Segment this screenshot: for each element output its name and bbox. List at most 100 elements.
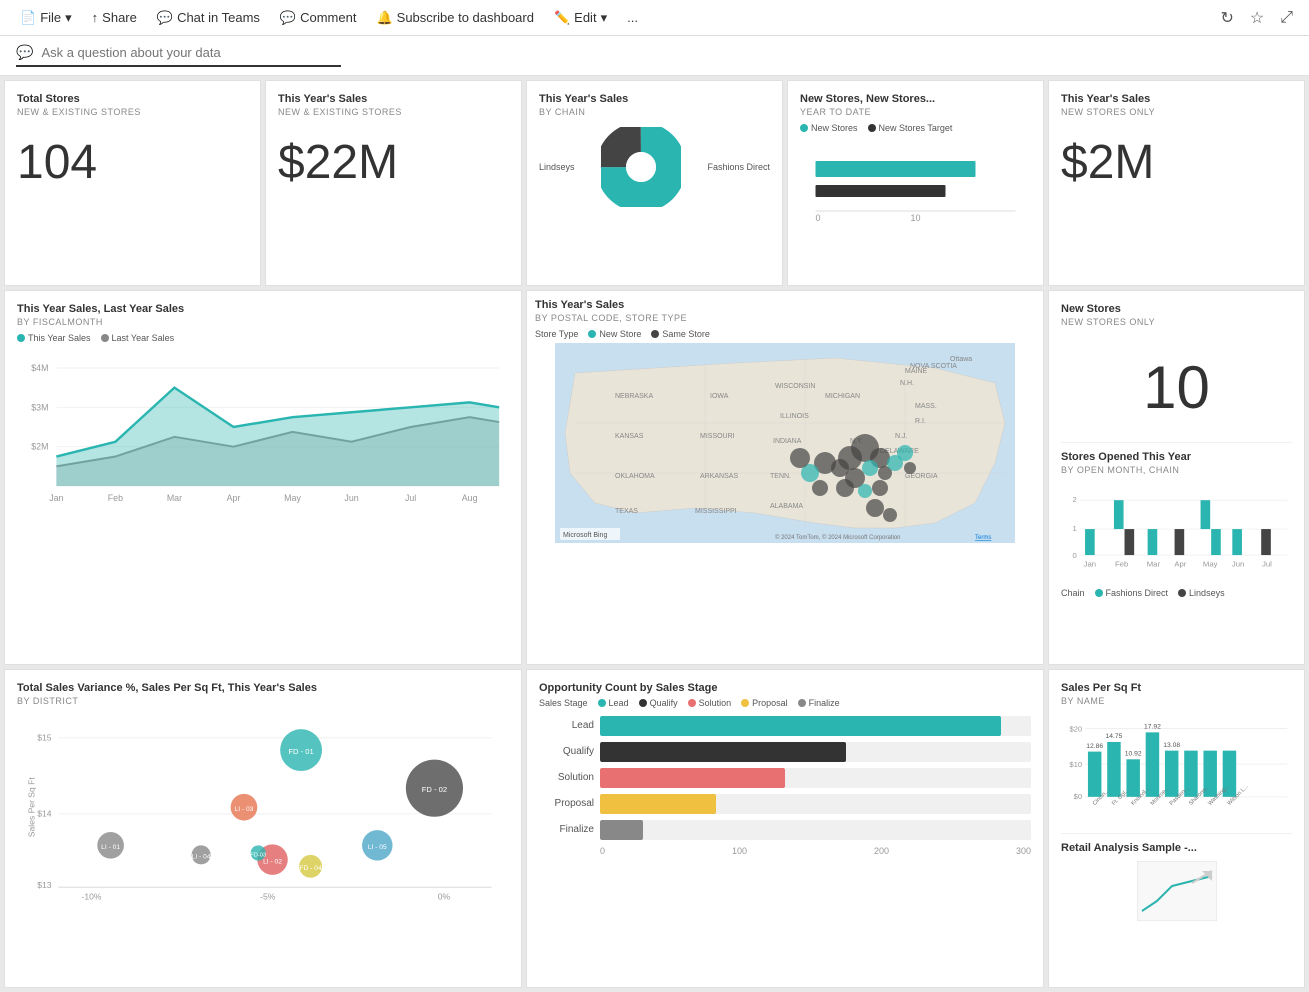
opportunity-bars: Lead Qualify Solution Proposal (539, 716, 1031, 840)
lead-label: Lead (539, 720, 594, 731)
svg-text:14.75: 14.75 (1106, 733, 1123, 740)
topbar: 📄 File ▾ ↑ Share 💬 Chat in Teams 💬 Comme… (0, 0, 1309, 36)
svg-text:-10%: -10% (82, 891, 102, 901)
proposal-bar-row: Proposal (539, 794, 1031, 814)
sales-stage-label: Sales Stage (539, 698, 588, 708)
retail-title: Retail Analysis Sample -... (1061, 842, 1292, 854)
proposal-track (600, 794, 1031, 814)
svg-text:Microsoft Bing: Microsoft Bing (563, 532, 607, 539)
sales-per-sqft-card[interactable]: Sales Per Sq Ft BY NAME $20 $10 $0 12.86… (1048, 669, 1305, 988)
file-menu[interactable]: 📄 File ▾ (12, 6, 80, 30)
chat-teams-button[interactable]: 💬 Chat in Teams (149, 6, 268, 30)
lead-legend: Lead (598, 698, 629, 708)
bubble-chart-svg: $15 $14 $13 Sales Per Sq Ft -10% -5% 0% … (17, 712, 509, 912)
svg-text:Jan: Jan (1084, 560, 1096, 569)
total-stores-subtitle: NEW & EXISTING STORES (17, 107, 248, 117)
svg-text:$20: $20 (1069, 724, 1082, 733)
svg-text:NEBRASKA: NEBRASKA (615, 393, 653, 400)
this-year-legend: This Year Sales (17, 333, 91, 343)
stores-opened-chart: 2 1 0 (1061, 481, 1292, 581)
lead-track (600, 716, 1031, 736)
edit-icon: ✏️ (554, 10, 570, 26)
total-stores-card[interactable]: Total Stores NEW & EXISTING STORES 104 (4, 80, 261, 286)
svg-text:ALABAMA: ALABAMA (770, 503, 803, 510)
new-stores-panel-title: New Stores (1061, 303, 1292, 315)
svg-text:ILLINOIS: ILLINOIS (780, 413, 809, 420)
finalize-legend: Finalize (798, 698, 840, 708)
fullscreen-icon[interactable]: ⤢ (1276, 5, 1297, 31)
svg-text:Sales Per Sq Ft: Sales Per Sq Ft (26, 776, 36, 837)
lead-bar-row: Lead (539, 716, 1031, 736)
this-year-sales-card[interactable]: This Year's Sales NEW & EXISTING STORES … (265, 80, 522, 286)
sales-by-chain-title: This Year's Sales (539, 93, 770, 105)
new-stores-ytd-card[interactable]: New Stores, New Stores... YEAR TO DATE N… (787, 80, 1044, 286)
new-stores-ytd-subtitle: YEAR TO DATE (800, 107, 1031, 117)
lindseys-dot (1178, 589, 1186, 597)
comment-icon: 💬 (280, 10, 296, 26)
opportunity-title: Opportunity Count by Sales Stage (539, 682, 1031, 694)
svg-text:Jul: Jul (405, 493, 416, 503)
svg-text:TENN.: TENN. (770, 473, 791, 480)
line-chart-card[interactable]: This Year Sales, Last Year Sales BY FISC… (4, 290, 522, 664)
svg-text:MICHIGAN: MICHIGAN (825, 393, 860, 400)
edit-button[interactable]: ✏️ Edit ▾ (546, 6, 615, 30)
svg-text:$10: $10 (1069, 760, 1082, 769)
file-chevron: ▾ (65, 10, 72, 26)
qa-input-wrapper[interactable]: 💬 (16, 44, 341, 67)
line-chart-svg: $4M $3M $2M Jan Feb Mar Apr May Jun Jul … (17, 347, 509, 507)
svg-text:Feb: Feb (108, 493, 123, 503)
opportunity-card[interactable]: Opportunity Count by Sales Stage Sales S… (526, 669, 1044, 988)
finalize-label: Finalize (539, 824, 594, 835)
share-button[interactable]: ↑ Share (84, 6, 145, 29)
share-label: Share (102, 10, 137, 25)
comment-button[interactable]: 💬 Comment (272, 6, 365, 30)
qualify-label: Qualify (539, 746, 594, 757)
svg-text:17.92: 17.92 (1144, 723, 1161, 730)
refresh-icon[interactable]: ↻ (1216, 4, 1237, 32)
svg-text:MASS.: MASS. (915, 403, 937, 410)
bubble-subtitle: BY DISTRICT (17, 696, 509, 706)
sales-by-chain-card[interactable]: This Year's Sales BY CHAIN Lindseys Fash… (526, 80, 783, 286)
svg-text:$13: $13 (37, 880, 52, 890)
new-stores-legend: New Stores (800, 123, 858, 133)
new-stores-target-legend: New Stores Target (868, 123, 953, 133)
bubble-chart-card[interactable]: Total Sales Variance %, Sales Per Sq Ft,… (4, 669, 522, 988)
svg-text:FD-03: FD-03 (250, 852, 266, 858)
svg-text:ARKANSAS: ARKANSAS (700, 473, 738, 480)
svg-text:LI - 01: LI - 01 (101, 844, 120, 851)
more-button[interactable]: ... (619, 6, 646, 29)
spf-subtitle: BY NAME (1061, 696, 1292, 706)
lead-fill (600, 716, 1001, 736)
line-chart-subtitle: BY FISCALMONTH (17, 317, 509, 327)
last-year-dot (101, 334, 109, 342)
solution-bar-row: Solution (539, 768, 1031, 788)
new-stores-panel[interactable]: New Stores NEW STORES ONLY 10 Stores Ope… (1048, 290, 1305, 664)
svg-text:R.I.: R.I. (915, 418, 926, 425)
svg-text:$2M: $2M (31, 442, 48, 452)
more-label: ... (627, 10, 638, 25)
lindseys-legend: Lindseys (1178, 588, 1225, 598)
finalize-track (600, 820, 1031, 840)
same-store-dot (651, 330, 659, 338)
svg-text:0: 0 (816, 213, 821, 221)
total-stores-value: 104 (17, 137, 248, 190)
solution-label: Solution (539, 772, 594, 783)
fashions-direct-dot (1095, 589, 1103, 597)
svg-text:N.J.: N.J. (895, 433, 908, 440)
fashions-direct-legend: Fashions Direct (1095, 588, 1169, 598)
qualify-track (600, 742, 1031, 762)
svg-text:Jun: Jun (1232, 560, 1244, 569)
svg-text:0: 0 (1073, 551, 1077, 560)
svg-text:© 2024 TomTom, © 2024 Microsof: © 2024 TomTom, © 2024 Microsoft Corporat… (775, 534, 900, 541)
same-store-legend: Same Store (651, 329, 710, 339)
subscribe-button[interactable]: 🔔 Subscribe to dashboard (368, 6, 542, 30)
favorite-icon[interactable]: ☆ (1246, 4, 1268, 32)
new-stores-only-card[interactable]: This Year's Sales NEW STORES ONLY $2M (1048, 80, 1305, 286)
map-card[interactable]: This Year's Sales BY POSTAL CODE, STORE … (526, 290, 1044, 664)
edit-label: Edit (574, 10, 596, 25)
svg-text:KANSAS: KANSAS (615, 433, 644, 440)
file-icon: 📄 (20, 10, 36, 26)
teams-icon: 💬 (157, 10, 173, 26)
fashions-label: Fashions Direct (707, 162, 770, 172)
qa-input[interactable] (41, 45, 341, 60)
